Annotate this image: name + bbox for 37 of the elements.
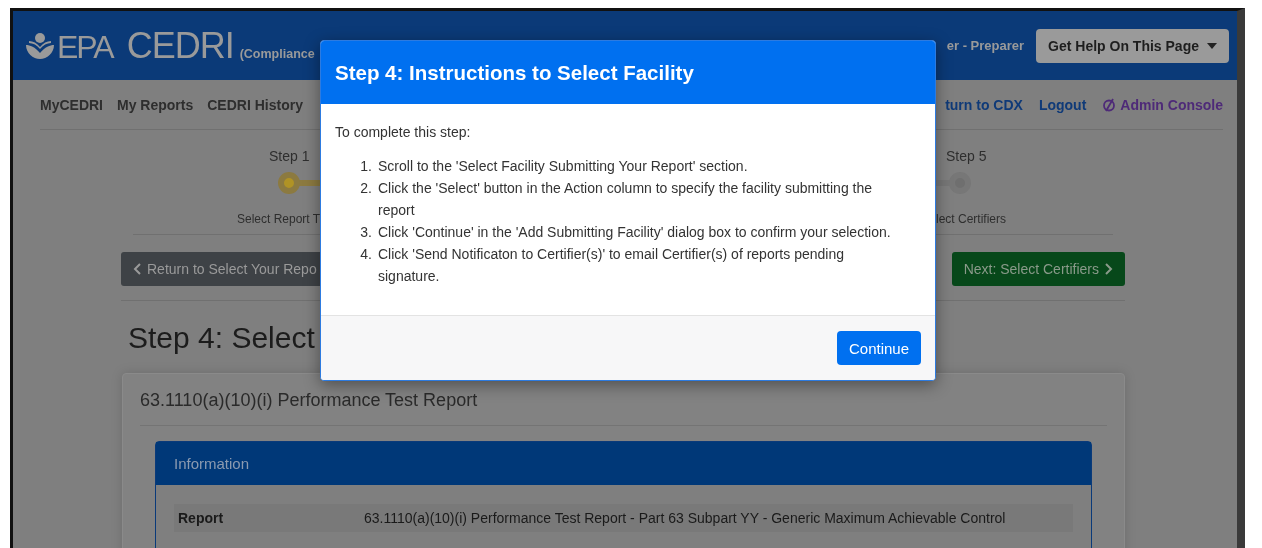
step-number: 3.: [359, 223, 372, 242]
nav-link[interactable]: Logout: [1038, 96, 1087, 113]
info-value: 63.1110(a)(10)(i) Performance Test Report - Part 63 Subpart YY - Generic Maximum Achievable Control: [364, 510, 1006, 526]
flower-logo-icon: [25, 30, 55, 61]
step-number: 1.: [359, 157, 372, 176]
app-subtitle: (Compliance: [239, 46, 315, 61]
user-role: er - Preparer: [946, 38, 1025, 53]
nav-link[interactable]: MyCEDRI: [40, 96, 103, 113]
nav-link[interactable]: Admin Console: [1102, 96, 1223, 113]
next-button[interactable]: Next: Select Certifiers: [951, 252, 1125, 286]
instruction-text: Click the 'Select' button in the Action column to specify the facility submitting the report: [378, 179, 874, 220]
app-name: CEDRI: [126, 24, 234, 67]
intro-text: To complete this step:: [335, 124, 472, 140]
chevron-right-icon: [1105, 263, 1113, 275]
continue-button[interactable]: Continue: [836, 331, 921, 365]
step-number: 4.: [359, 245, 372, 264]
step-label: Step 5: [946, 148, 988, 164]
chevron-left-icon: [133, 263, 141, 275]
step-caption: Select Report T: [237, 212, 322, 226]
instruction-text: Click 'Continue' in the 'Add Submitting Facility' dialog box to confirm your selection.: [378, 223, 892, 242]
nav-link[interactable]: CEDRI History: [207, 96, 303, 113]
step-caption: lect Certifiers: [936, 212, 1007, 226]
slashed-circle-icon: [1102, 97, 1117, 112]
instruction-text: Click 'Send Notificaton to Certifier(s)' to email Certifier(s) of reports pending signature.: [378, 245, 845, 286]
instruction-text: Scroll to the 'Select Facility Submitting Your Report' section.: [378, 157, 749, 176]
help-dropdown-button[interactable]: Get Help On This Page: [1036, 28, 1229, 63]
step-number: 2.: [359, 179, 372, 198]
nav-link[interactable]: turn to CDX: [945, 96, 1023, 113]
page-heading: Step 4: Select: [128, 321, 315, 355]
dialog-title: Step 4: Instructions to Select Facility: [335, 60, 694, 85]
caret-icon: [1207, 42, 1217, 49]
logo-text: EPA: [57, 28, 113, 66]
nav-link[interactable]: My Reports: [117, 96, 194, 113]
card-title: 63.1110(a)(10)(i) Performance Test Report: [140, 390, 1107, 426]
step-label: Step 1: [269, 148, 311, 164]
info-label: Report: [178, 510, 225, 526]
panel-header: Information: [156, 442, 1091, 485]
